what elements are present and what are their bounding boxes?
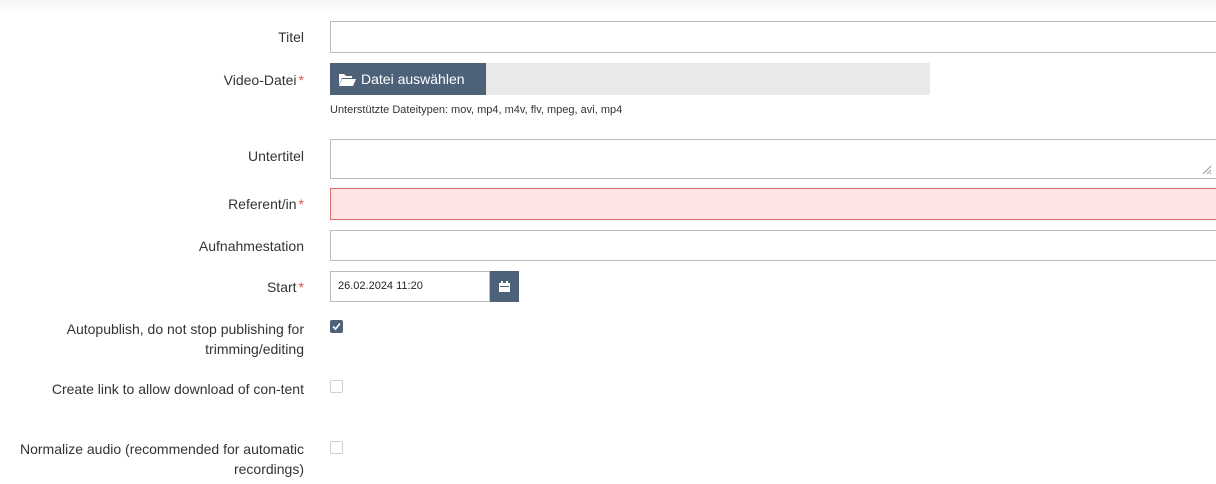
choose-file-button[interactable]: Datei auswählen bbox=[330, 63, 486, 95]
title-input[interactable] bbox=[330, 21, 1216, 53]
check-icon bbox=[332, 322, 341, 331]
subtitle-label: Untertitel bbox=[247, 148, 304, 164]
start-label: Start * bbox=[267, 277, 304, 297]
resize-handle-icon[interactable] bbox=[1200, 163, 1212, 175]
required-marker: * bbox=[298, 72, 304, 88]
speaker-input[interactable] bbox=[330, 188, 1216, 220]
title-label: Titel bbox=[278, 29, 304, 45]
video-label: Video-Datei * bbox=[224, 70, 304, 90]
file-input-bar[interactable]: Datei auswählen bbox=[330, 63, 930, 95]
video-label-text: Video-Datei bbox=[223, 72, 297, 88]
start-datetime-input[interactable]: 26.02.2024 11:20 bbox=[330, 271, 490, 302]
speaker-label: Referent/in * bbox=[228, 194, 304, 214]
calendar-icon bbox=[499, 281, 510, 292]
calendar-button[interactable] bbox=[490, 271, 519, 302]
top-shade bbox=[0, 0, 1216, 12]
required-marker: * bbox=[298, 279, 304, 295]
file-types-hint: Unterstützte Dateitypen: mov, mp4, m4v, … bbox=[330, 104, 623, 116]
download-link-checkbox[interactable] bbox=[330, 380, 343, 393]
choose-file-label: Datei auswählen bbox=[361, 71, 465, 87]
normalize-audio-checkbox[interactable] bbox=[330, 441, 343, 454]
subtitle-textarea[interactable] bbox=[330, 139, 1216, 179]
start-label-text: Start bbox=[266, 279, 297, 295]
download-link-label: Create link to allow download of con-ten… bbox=[51, 381, 304, 397]
autopublish-label: Autopublish, do not stop publishing for … bbox=[66, 321, 304, 357]
normalize-audio-label: Normalize audio (recommended for automat… bbox=[19, 441, 304, 477]
station-input[interactable] bbox=[330, 230, 1216, 261]
folder-open-icon bbox=[339, 74, 356, 86]
required-marker: * bbox=[298, 196, 304, 212]
autopublish-checkbox[interactable] bbox=[330, 320, 343, 333]
station-label: Aufnahmestation bbox=[198, 238, 304, 254]
speaker-label-text: Referent/in bbox=[228, 196, 297, 212]
